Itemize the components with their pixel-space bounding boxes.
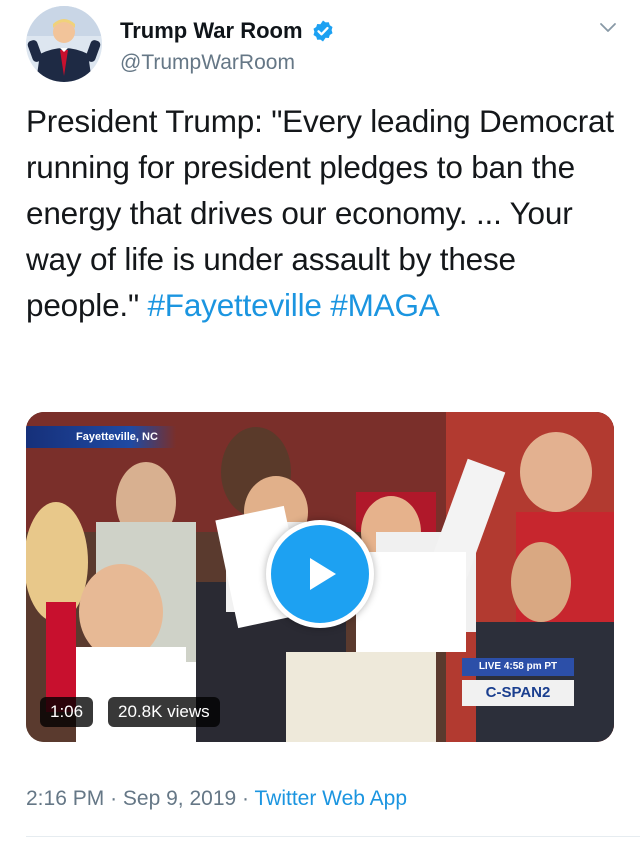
- author-display-name[interactable]: Trump War Room: [120, 18, 303, 44]
- divider: [26, 836, 640, 837]
- tweet-source[interactable]: Twitter Web App: [254, 787, 407, 810]
- verified-badge-icon: [313, 20, 333, 42]
- avatar-image: [26, 6, 102, 82]
- broadcast-overlay: LIVE 4:58 pm PT C-SPAN2: [462, 658, 574, 708]
- hashtag-link[interactable]: #MAGA: [330, 287, 439, 323]
- hashtag-link[interactable]: #Fayetteville: [147, 287, 321, 323]
- author-name-row[interactable]: Trump War Room: [120, 18, 335, 44]
- tweet-meta: 2:16 PM · Sep 9, 2019 · Twitter Web App: [26, 784, 407, 814]
- video-duration: 1:06: [40, 697, 94, 727]
- author-handle[interactable]: @TrumpWarRoom: [120, 50, 335, 76]
- tweet-text: President Trump: "Every leading Democrat…: [26, 98, 616, 328]
- tweet-time[interactable]: 2:16 PM: [26, 787, 104, 810]
- video-player[interactable]: Fayetteville, NC LIVE 4:58 pm PT C-SPAN2…: [26, 412, 614, 742]
- chevron-down-icon[interactable]: [596, 16, 620, 40]
- location-label: Fayetteville, NC: [26, 426, 176, 448]
- play-icon: [310, 558, 336, 590]
- view-count: 20.8K views: [108, 697, 220, 727]
- live-label: LIVE 4:58 pm PT: [462, 658, 574, 676]
- avatar[interactable]: [26, 6, 102, 82]
- meta-separator: ·: [242, 787, 250, 810]
- play-button[interactable]: [266, 520, 374, 628]
- meta-separator: ·: [110, 787, 118, 810]
- tweet-date[interactable]: Sep 9, 2019: [123, 787, 236, 810]
- author-info: Trump War Room @TrumpWarRoom: [120, 18, 335, 76]
- tweet-header: Trump War Room @TrumpWarRoom: [26, 6, 626, 86]
- network-label: C-SPAN2: [462, 680, 574, 706]
